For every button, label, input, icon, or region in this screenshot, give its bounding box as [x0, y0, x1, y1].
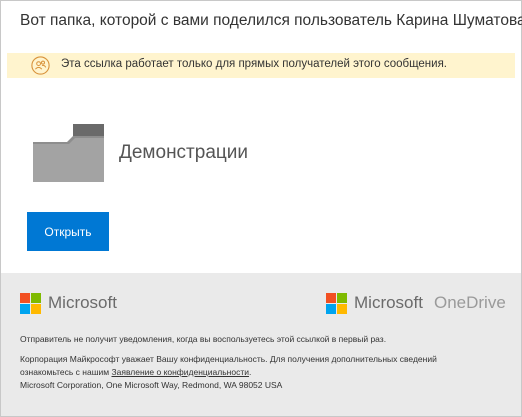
share-message: Вот папка, которой с вами поделился поль… [20, 12, 522, 29]
recipient-notice-banner: Эта ссылка работает только для прямых по… [7, 53, 515, 78]
privacy-statement-line: Корпорация Майкрософт уважает Вашу конфи… [20, 354, 437, 364]
privacy-statement-line: ознакомьтесь с нашим Заявление о конфиде… [20, 366, 251, 379]
notice-text: Эта ссылка работает только для прямых по… [61, 58, 447, 70]
microsoft-onedrive-logo: Microsoft OneDrive [326, 292, 506, 314]
microsoft-wordmark: Microsoft [354, 293, 423, 312]
privacy-prefix: ознакомьтесь с нашим [20, 367, 112, 377]
people-icon [31, 56, 50, 75]
microsoft-logo: Microsoft [20, 292, 117, 314]
microsoft-grid-icon [20, 292, 41, 314]
microsoft-wordmark: Microsoft [48, 293, 117, 312]
company-address: Microsoft Corporation, One Microsoft Way… [20, 380, 283, 390]
shared-item-area: Демонстрации Открыть [1, 79, 521, 273]
notification-disclaimer: Отправитель не получит уведомления, когд… [20, 334, 387, 344]
microsoft-grid-icon [326, 292, 347, 314]
open-button[interactable]: Открыть [27, 212, 109, 251]
footer: Microsoft Microsoft OneDrive Отправитель… [1, 273, 521, 416]
header: Вот папка, которой с вами поделился поль… [1, 1, 522, 45]
folder-icon[interactable] [33, 124, 104, 182]
privacy-statement-link[interactable]: Заявление о конфиденциальности [111, 367, 249, 377]
onedrive-wordmark: OneDrive [433, 293, 506, 312]
privacy-suffix: . [248, 367, 252, 377]
folder-name[interactable]: Демонстрации [119, 142, 248, 164]
email-card: Вот папка, которой с вами поделился поль… [0, 0, 522, 417]
